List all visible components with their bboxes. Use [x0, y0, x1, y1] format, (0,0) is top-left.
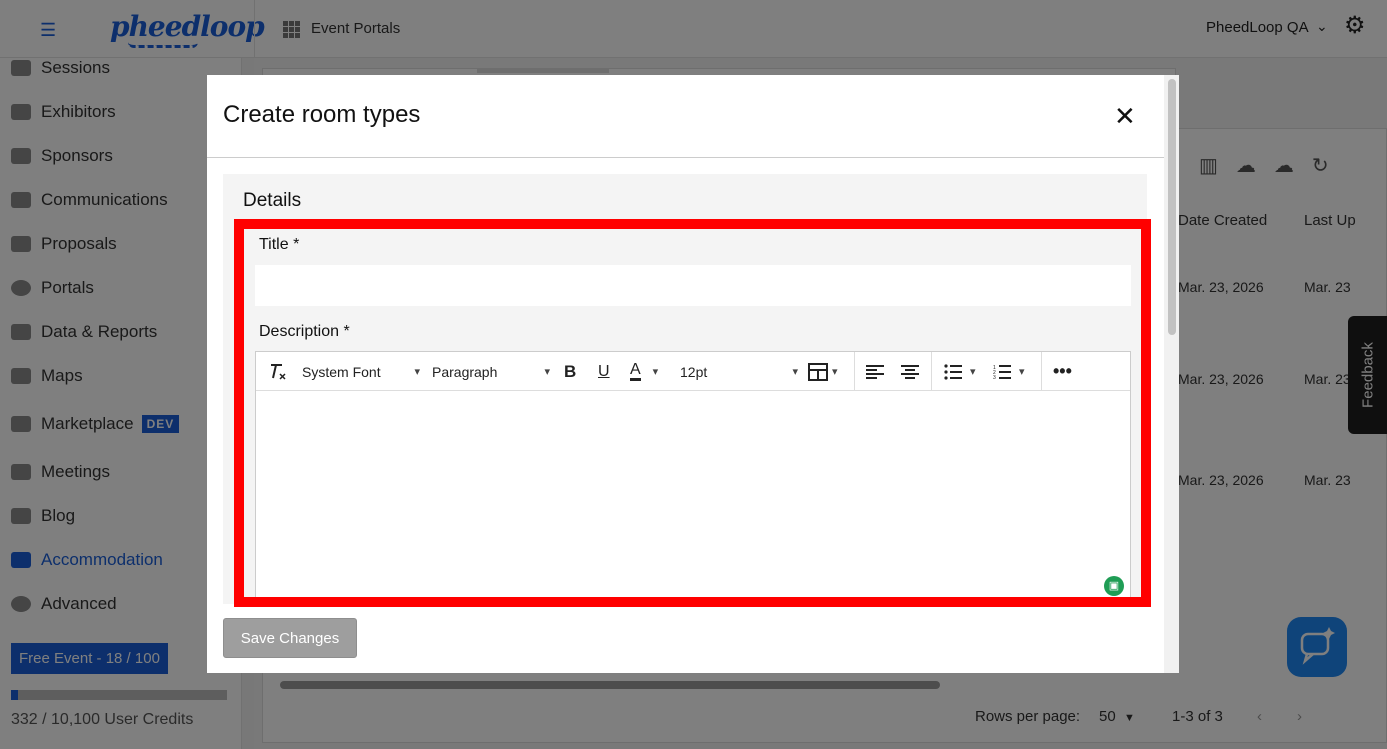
section-title: Details — [243, 190, 302, 211]
modal-title: Create room types — [223, 101, 421, 128]
modal-header: Create room types ✕ — [207, 75, 1164, 158]
close-icon[interactable]: ✕ — [1114, 103, 1136, 129]
highlight-box — [234, 219, 1151, 607]
modal-scrollbar-thumb[interactable] — [1168, 79, 1176, 335]
save-changes-button[interactable]: Save Changes — [223, 618, 357, 658]
